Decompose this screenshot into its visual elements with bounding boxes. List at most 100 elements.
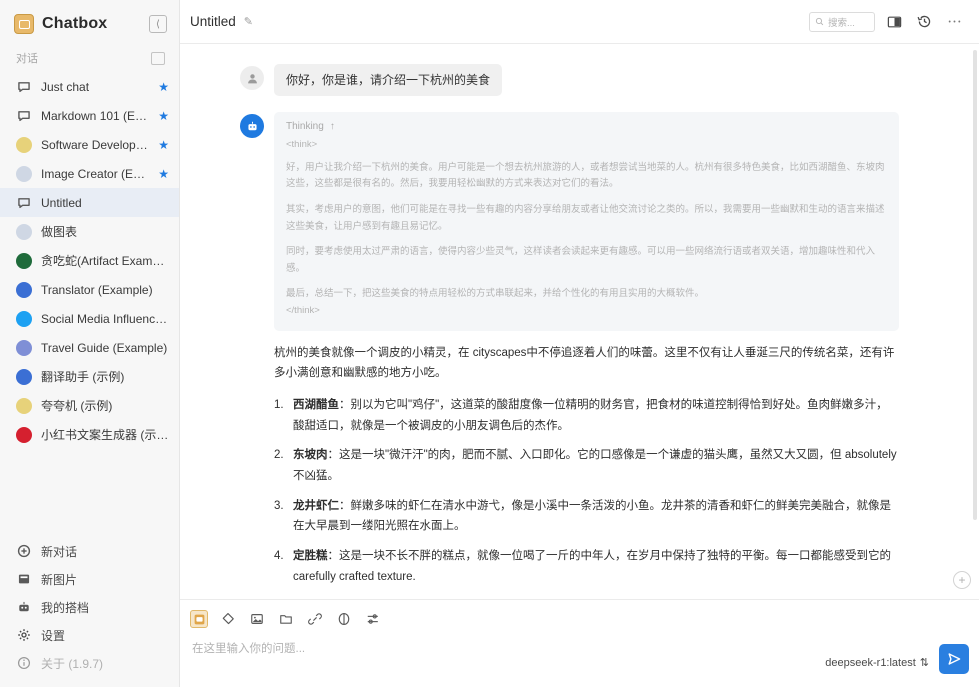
sidebar-item-8[interactable]: Translator (Example) bbox=[0, 275, 179, 304]
sidebar-item-10[interactable]: Travel Guide (Example) bbox=[0, 333, 179, 362]
sidebar: Chatbox ⟨ 对话 Just chat ★ Markdown 101 (Exa… bbox=[0, 0, 180, 687]
food-item: 定胜糕：这是一块不长不胖的糕点，就像一位喝了一斤的中年人，在岁月中保持了独特的平… bbox=[274, 546, 899, 587]
sidebar-item-3[interactable]: Software Developer (… ★ bbox=[0, 130, 179, 159]
sidebar-item-label: 翻译助手 (示例) bbox=[41, 370, 125, 384]
composer-row: 在这里输入你的问题... deepseek-r1:latest ⇅ bbox=[190, 631, 969, 677]
sidebar-bottom-menu: 新对话 新图片我的搭档设置关于 (1.9.7) bbox=[0, 531, 179, 687]
sidebar-item-4[interactable]: Image Creator (Exam… ★ bbox=[0, 159, 179, 188]
sidebar-bottom-robot[interactable]: 我的搭档 bbox=[0, 593, 179, 621]
new-folder-icon[interactable] bbox=[151, 51, 165, 65]
sidebar-bottom-info[interactable]: 关于 (1.9.7) bbox=[0, 649, 179, 677]
sidebar-item-1[interactable]: Just chat ★ bbox=[0, 72, 179, 101]
sidebar-item-label: Translator (Example) bbox=[41, 282, 153, 297]
food-item: 西湖醋鱼：别以为它叫"鸡仔"，这道菜的酸甜度像一位精明的财务官，把食材的味道控制… bbox=[274, 395, 899, 436]
sliders-icon[interactable] bbox=[364, 610, 382, 628]
composer: 在这里输入你的问题... deepseek-r1:latest ⇅ bbox=[180, 599, 979, 687]
sidebar-section-label: 对话 bbox=[16, 53, 38, 65]
thinking-paragraph: 其实，考虑用户的意图，他们可能是在寻找一些有趣的内容分享给朋友或者让他交流讨论之… bbox=[286, 203, 885, 232]
think-open-tag: <think> bbox=[286, 139, 318, 150]
avatar-icon bbox=[16, 426, 32, 443]
model-name: deepseek-r1:latest bbox=[825, 656, 916, 669]
image-upload-icon[interactable] bbox=[248, 610, 266, 628]
sidebar-item-label: Image Creator (Exam… bbox=[41, 166, 149, 181]
scroll-plus-icon[interactable]: + bbox=[953, 571, 971, 589]
search-input[interactable]: 搜索... bbox=[809, 11, 875, 32]
sidebar-item-label: Markdown 101 (Exam… bbox=[41, 108, 149, 123]
food-item-title: 定胜糕 bbox=[293, 550, 328, 563]
star-icon[interactable]: ★ bbox=[158, 109, 169, 123]
food-list: 西湖醋鱼：别以为它叫"鸡仔"，这道菜的酸甜度像一位精明的财务官，把食材的味道控制… bbox=[274, 395, 899, 599]
sidebar-item-label: 贪吃蛇(Artifact Example) bbox=[41, 254, 169, 268]
assistant-response: 杭州的美食就像一个调皮的小精灵，在 cityscapes中不停追逐着人们的味蕾。… bbox=[274, 343, 899, 599]
link-icon[interactable] bbox=[306, 610, 324, 628]
sidebar-bottom-label: 设置 bbox=[41, 628, 66, 643]
sidebar-header: Chatbox ⟨ bbox=[0, 0, 179, 46]
sidebar-item-12[interactable]: 夸夸机 (示例) bbox=[0, 391, 179, 420]
thinking-paragraph: 最后，总结一下，把这些美食的特点用轻松的方式串联起来，并给个性化的有用且实用的大… bbox=[286, 288, 705, 300]
sidebar-bottom-plus-circle[interactable]: 新对话 bbox=[0, 537, 179, 565]
top-bar: Untitled ✎ 搜索... bbox=[180, 0, 979, 44]
page-title: Untitled bbox=[190, 14, 236, 29]
history-clock-icon[interactable] bbox=[913, 11, 935, 33]
user-avatar-icon bbox=[240, 66, 264, 90]
sidebar-item-2[interactable]: Markdown 101 (Exam… ★ bbox=[0, 101, 179, 130]
split-panel-icon[interactable] bbox=[883, 11, 905, 33]
collapse-sidebar-icon[interactable]: ⟨ bbox=[149, 15, 167, 33]
plus-circle-icon bbox=[16, 543, 32, 559]
thinking-paragraphs: 好，用户让我介绍一下杭州的美食。用户可能是一个想去杭州旅游的人，或者想尝试当地菜… bbox=[286, 160, 887, 303]
sidebar-item-5[interactable]: Untitled bbox=[0, 188, 179, 217]
more-horizontal-icon[interactable] bbox=[943, 11, 965, 33]
star-icon[interactable]: ★ bbox=[158, 138, 169, 152]
sidebar-item-label: Untitled bbox=[41, 195, 82, 210]
avatar-icon bbox=[16, 310, 32, 327]
food-item-body: ：鲜嫩多味的虾仁在清水中游弋，像是小溪中一条活泼的小鱼。龙井茶的清香和虾仁的鲜美… bbox=[293, 499, 891, 533]
sidebar-item-6[interactable]: 做图表 bbox=[0, 217, 179, 246]
send-button[interactable] bbox=[939, 644, 969, 674]
sidebar-section-header: 对话 bbox=[0, 46, 179, 70]
info-circle-icon[interactable] bbox=[335, 610, 353, 628]
model-selector[interactable]: deepseek-r1:latest ⇅ bbox=[825, 656, 929, 677]
sidebar-item-9[interactable]: Social Media Influencer (E… bbox=[0, 304, 179, 333]
food-item-body: ：这是一块不长不胖的糕点，就像一位喝了一斤的中年人，在岁月中保持了独特的平衡。每… bbox=[293, 550, 891, 583]
search-placeholder: 搜索... bbox=[828, 17, 855, 29]
app-brand-name: Chatbox bbox=[42, 15, 108, 32]
assistant-body: Thinking ↑ <think> 好，用户让我介绍一下杭州的美食。用户可能是… bbox=[274, 112, 899, 599]
food-item: 葱包桧：这道菜像是杭州人的"工作餐"，咸香适口，外皮酥脆，中间的米饭软糯。它就像… bbox=[274, 597, 899, 600]
thinking-header[interactable]: Thinking ↑ bbox=[286, 121, 887, 132]
star-icon[interactable]: ★ bbox=[158, 167, 169, 181]
main-area: Untitled ✎ 搜索... 你好，你是谁，请介绍一下杭州的美食 Think… bbox=[180, 0, 979, 687]
star-icon[interactable]: ★ bbox=[158, 80, 169, 94]
food-item: 东坡肉：这是一块"微汗汗"的肉，肥而不腻、入口即化。它的口感像是一个谦虚的猫头鹰… bbox=[274, 445, 899, 486]
chat-bubble-icon bbox=[16, 195, 32, 211]
sidebar-item-11[interactable]: 翻译助手 (示例) bbox=[0, 362, 179, 391]
sidebar-bottom-image[interactable]: 新图片 bbox=[0, 565, 179, 593]
message-input-placeholder: 在这里输入你的问题... bbox=[192, 643, 306, 655]
app-window: Chatbox ⟨ 对话 Just chat ★ Markdown 101 (Exa… bbox=[0, 0, 979, 687]
avatar-icon bbox=[16, 281, 32, 298]
sidebar-item-label: 小红书文案生成器 (示例) bbox=[41, 428, 169, 442]
image-icon bbox=[16, 571, 32, 587]
chevron-up-icon[interactable]: ↑ bbox=[330, 121, 335, 132]
sidebar-item-label: Just chat bbox=[41, 79, 90, 94]
avatar-icon bbox=[16, 165, 32, 182]
thinking-block[interactable]: Thinking ↑ <think> 好，用户让我介绍一下杭州的美食。用户可能是… bbox=[274, 112, 899, 331]
folder-icon[interactable] bbox=[277, 610, 295, 628]
sidebar-bottom-label: 我的搭档 bbox=[41, 600, 90, 615]
eraser-icon[interactable] bbox=[219, 610, 237, 628]
food-item-title: 龙井虾仁 bbox=[293, 499, 339, 512]
message-input[interactable]: 在这里输入你的问题... bbox=[190, 631, 815, 677]
pencil-icon[interactable]: ✎ bbox=[244, 15, 253, 28]
sidebar-bottom-gear[interactable]: 设置 bbox=[0, 621, 179, 649]
chat-bubble-icon bbox=[16, 79, 32, 95]
vertical-scrollbar[interactable] bbox=[973, 50, 977, 520]
send-icon bbox=[948, 653, 961, 665]
conversation-scroll-area[interactable]: 你好，你是谁，请介绍一下杭州的美食 Thinking ↑ <think> 好，用… bbox=[180, 44, 979, 599]
thinking-paragraph: 同时，要考虑使用太过严肃的语言，使得内容少些灵气，这样读者会读起来更有趣感。可以… bbox=[286, 246, 876, 274]
avatar-icon bbox=[16, 223, 32, 240]
sidebar-item-7[interactable]: 贪吃蛇(Artifact Example) bbox=[0, 246, 179, 275]
sidebar-conversation-list: Just chat★Markdown 101 (Exam…★Software D… bbox=[0, 70, 179, 531]
sidebar-item-13[interactable]: 小红书文案生成器 (示例) bbox=[0, 420, 179, 449]
message-list: 你好，你是谁，请介绍一下杭州的美食 Thinking ↑ <think> 好，用… bbox=[180, 44, 979, 599]
thinking-paragraph: 好，用户让我介绍一下杭州的美食。用户可能是一个想去杭州旅游的人，或者想尝试当地菜… bbox=[286, 161, 885, 190]
sticker-icon[interactable] bbox=[190, 610, 208, 628]
